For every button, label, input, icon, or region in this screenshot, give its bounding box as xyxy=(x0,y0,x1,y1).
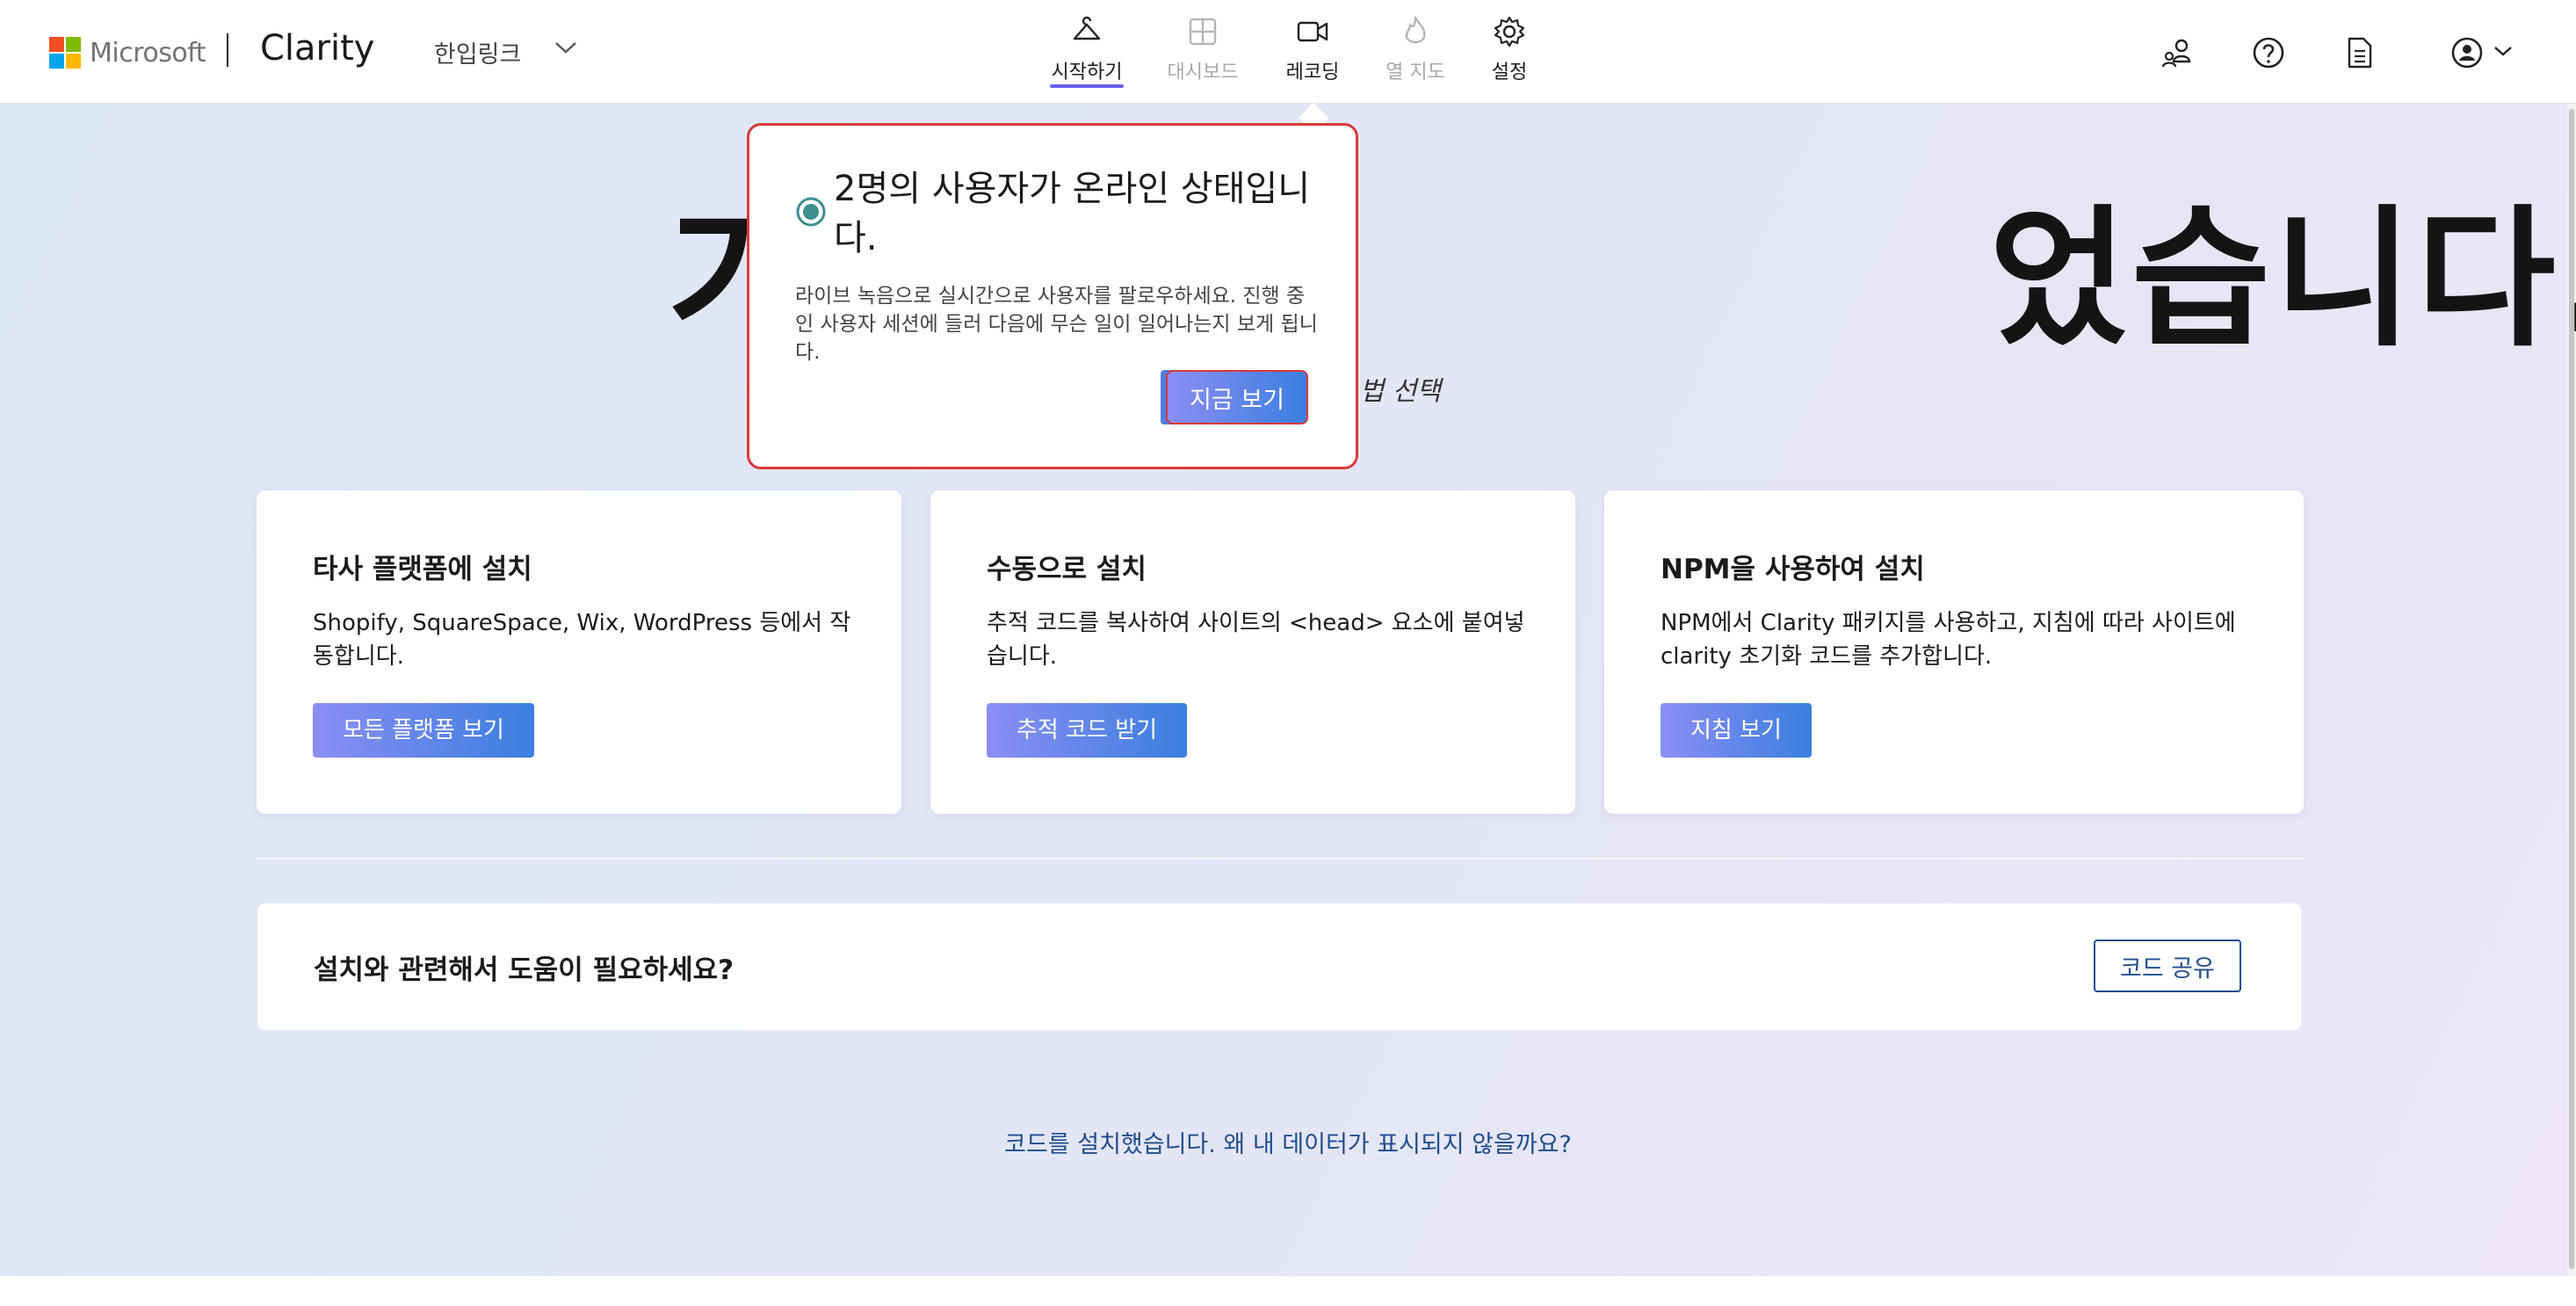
card-title: 수동으로 설치 xyxy=(987,554,1147,585)
active-tab-indicator xyxy=(1050,84,1124,88)
install-card-manual: 수동으로 설치 추적 코드를 복사하여 사이트의 <head> 요소에 붙여넣습… xyxy=(930,490,1575,814)
microsoft-logo-icon xyxy=(49,37,81,69)
tab-dashboard[interactable]: 대시보드 xyxy=(1154,14,1251,88)
logo-divider xyxy=(227,33,228,67)
get-tracking-code-button[interactable]: 추적 코드 받기 xyxy=(987,703,1188,758)
tab-label: 대시보드 xyxy=(1167,62,1239,83)
card-title: 타사 플랫폼에 설치 xyxy=(313,554,532,585)
project-selector-label[interactable]: 한입링크 xyxy=(434,35,521,69)
live-indicator-icon xyxy=(796,197,826,227)
gear-icon xyxy=(1494,16,1525,47)
hanger-icon xyxy=(1073,16,1101,40)
microsoft-wordmark: Microsoft xyxy=(90,37,206,69)
popup-body: 라이브 녹음으로 실시간으로 사용자를 팔로우하세요. 진행 중인 사용자 세션… xyxy=(795,285,1318,364)
view-instructions-button[interactable]: 지침 보기 xyxy=(1661,703,1812,758)
card-description: 추적 코드를 복사하여 사이트의 <head> 요소에 붙여넣습니다. xyxy=(987,610,1525,670)
tab-label: 레코딩 xyxy=(1285,62,1340,83)
flame-icon xyxy=(1405,16,1426,44)
tab-get-started[interactable]: 시작하기 xyxy=(1038,14,1135,88)
clarity-brand[interactable]: Clarity xyxy=(260,28,374,69)
top-bar: Microsoft Clarity 한입링크 시작하기 대시보드 레코딩 열 지… xyxy=(0,0,2576,104)
tab-settings[interactable]: 설정 xyxy=(1461,14,1558,88)
help-title: 설치와 관련해서 도움이 필요하세요? xyxy=(314,954,734,986)
view-all-platforms-button[interactable]: 모든 플랫폼 보기 xyxy=(313,703,534,758)
tab-heatmaps[interactable]: 열 지도 xyxy=(1367,14,1464,88)
card-description: Shopify, SquareSpace, Wix, WordPress 등에서… xyxy=(313,610,851,670)
live-users-popup: 2명의 사용자가 온라인 상태입니다. 라이브 녹음으로 실시간으로 사용자를 … xyxy=(747,123,1358,469)
account-menu[interactable] xyxy=(2449,35,2523,74)
video-camera-icon xyxy=(1297,21,1328,42)
popup-title: 2명의 사용자가 온라인 상태입니다. xyxy=(834,169,1310,258)
install-card-platforms: 타사 플랫폼에 설치 Shopify, SquareSpace, Wix, Wo… xyxy=(257,490,901,814)
team-icon[interactable] xyxy=(2160,35,2195,74)
document-icon[interactable] xyxy=(2342,35,2377,74)
share-code-button[interactable]: 코드 공유 xyxy=(2094,940,2241,992)
chevron-down-icon[interactable] xyxy=(554,39,578,60)
data-not-showing-link[interactable]: 코드를 설치했습니다. 왜 내 데이터가 표시되지 않을까요? xyxy=(879,1125,1697,1159)
section-divider xyxy=(257,858,2304,860)
watch-now-button[interactable]: 지금 보기 xyxy=(1166,370,1308,424)
help-card: 설치와 관련해서 도움이 필요하세요? 코드 공유 xyxy=(257,903,2301,1030)
microsoft-logo[interactable]: Microsoft xyxy=(49,37,206,69)
account-icon xyxy=(2451,37,2512,69)
card-description: NPM에서 Clarity 패키지를 사용하고, 지침에 따라 사이트에 cla… xyxy=(1661,610,2236,670)
tab-recordings[interactable]: 레코딩 xyxy=(1264,14,1361,88)
tab-label: 설정 xyxy=(1491,62,1528,83)
tab-label: 열 지도 xyxy=(1386,62,1445,83)
tab-label: 시작하기 xyxy=(1051,62,1123,83)
card-title: NPM을 사용하여 설치 xyxy=(1661,554,1925,585)
dashboard-icon xyxy=(1189,18,1217,46)
help-icon[interactable] xyxy=(2251,35,2286,74)
install-card-npm: NPM을 사용하여 설치 NPM에서 Clarity 패키지를 사용하고, 지침… xyxy=(1604,490,2304,814)
footer-strip xyxy=(0,1276,2576,1306)
